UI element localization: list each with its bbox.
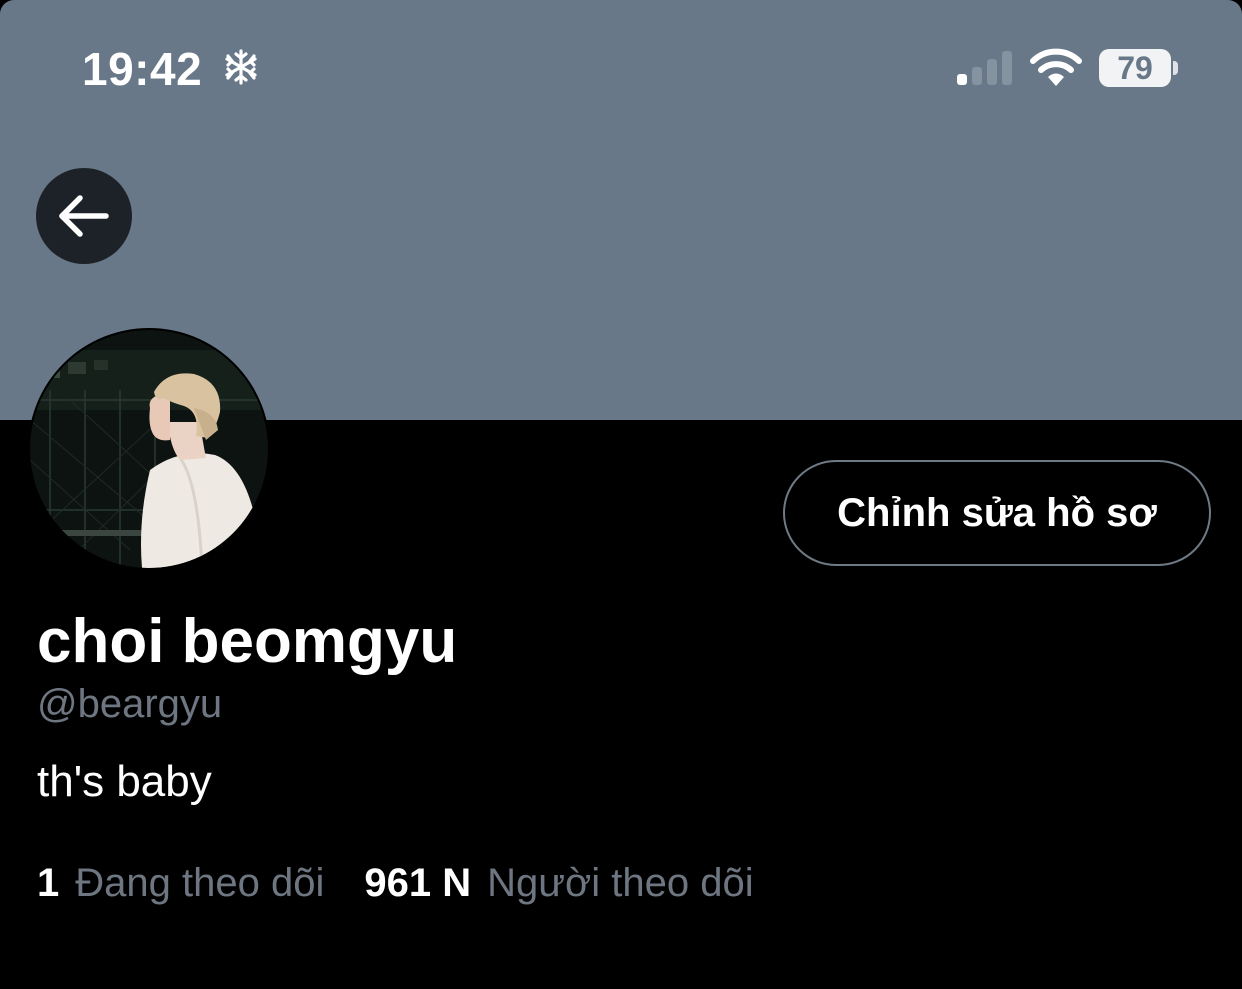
followers-link[interactable]: 961 N Người theo dõi: [364, 858, 753, 908]
wifi-icon: [1030, 48, 1082, 86]
following-label: Đang theo dõi: [75, 861, 325, 905]
battery-nub: [1173, 61, 1178, 75]
following-count: 1: [37, 861, 60, 905]
snowflake-icon: [225, 49, 257, 85]
following-link[interactable]: 1 Đang theo dõi: [37, 858, 324, 908]
followers-count: 961 N: [364, 861, 472, 905]
edit-profile-button[interactable]: Chỉnh sửa hồ sơ: [783, 460, 1211, 566]
followers-label: Người theo dõi: [487, 861, 754, 905]
battery-indicator: 79: [1099, 49, 1171, 87]
arrow-left-icon: [59, 195, 109, 237]
status-bar: 19:42 79: [0, 0, 1242, 140]
profile-bio: th's baby: [37, 757, 212, 806]
avatar[interactable]: [28, 328, 270, 570]
username-handle: @beargyu: [37, 682, 223, 726]
follow-stats: 1 Đang theo dõi 961 N Người theo dõi: [37, 858, 754, 908]
battery-level: 79: [1117, 50, 1153, 86]
back-button[interactable]: [36, 168, 132, 264]
avatar-photo: [30, 330, 268, 568]
display-name: choi beomgyu: [37, 607, 458, 676]
cellular-signal-icon: [957, 51, 1012, 85]
status-time: 19:42: [82, 43, 203, 95]
